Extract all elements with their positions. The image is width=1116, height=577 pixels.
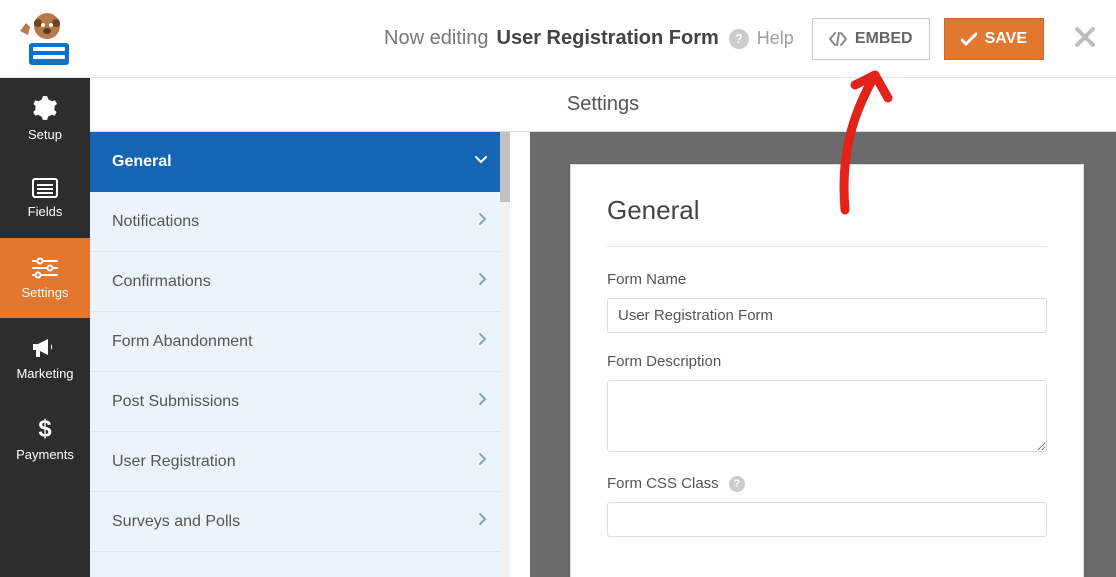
sidebar-item-settings[interactable]: Settings [0, 238, 90, 318]
menu-item-post-submissions[interactable]: Post Submissions [90, 372, 510, 432]
check-icon [961, 32, 977, 46]
chevron-down-icon [474, 152, 488, 171]
app-topbar: Now editing User Registration Form ? Hel… [0, 0, 1116, 78]
list-icon [32, 178, 58, 198]
bullhorn-icon [31, 336, 59, 360]
embed-button-label: EMBED [855, 30, 913, 48]
chevron-right-icon [478, 452, 488, 471]
menu-item-label: Surveys and Polls [112, 513, 240, 531]
form-css-label: Form CSS Class ? [607, 475, 1047, 492]
form-css-row: Form CSS Class ? [607, 475, 1047, 537]
editing-title: Now editing User Registration Form ? Hel… [90, 27, 794, 50]
sidebar-item-label: Payments [16, 447, 74, 462]
menu-item-label: Notifications [112, 213, 199, 231]
settings-menu-scrollbar[interactable] [500, 132, 510, 577]
form-title: User Registration Form [497, 27, 719, 50]
sidebar-item-fields[interactable]: Fields [0, 158, 90, 238]
section-title: General [607, 195, 1047, 247]
app-logo [0, 11, 90, 67]
menu-item-label: User Registration [112, 453, 236, 471]
menu-item-label: Confirmations [112, 273, 211, 291]
menu-item-form-abandonment[interactable]: Form Abandonment [90, 312, 510, 372]
menu-item-general[interactable]: General [90, 132, 510, 192]
close-button[interactable] [1074, 26, 1096, 51]
sliders-icon [31, 257, 59, 279]
form-name-input[interactable] [607, 298, 1047, 333]
menu-item-label: Form Abandonment [112, 333, 253, 351]
menu-item-label: General [112, 153, 172, 171]
sidebar-item-label: Setup [28, 127, 62, 142]
menu-item-notifications[interactable]: Notifications [90, 192, 510, 252]
help-link[interactable]: Help [757, 28, 794, 49]
menu-item-label: Post Submissions [112, 393, 239, 411]
settings-content: General Form Name Form Description Form … [530, 132, 1116, 577]
embed-button[interactable]: EMBED [812, 18, 930, 60]
panel-title: Settings [90, 78, 1116, 132]
chevron-right-icon [478, 512, 488, 531]
menu-item-user-registration[interactable]: User Registration [90, 432, 510, 492]
menu-item-confirmations[interactable]: Confirmations [90, 252, 510, 312]
builder-sidebar: Setup Fields Settings Marketing $ [0, 78, 90, 577]
code-icon [829, 32, 847, 46]
editing-prefix: Now editing [384, 27, 489, 50]
form-name-label: Form Name [607, 271, 1047, 288]
help-icon[interactable]: ? [729, 29, 749, 49]
form-description-label: Form Description [607, 353, 1047, 370]
svg-text:$: $ [38, 415, 51, 440]
form-css-input[interactable] [607, 502, 1047, 537]
sidebar-item-label: Fields [28, 204, 63, 219]
chevron-right-icon [478, 212, 488, 231]
form-description-input[interactable] [607, 380, 1047, 452]
form-name-row: Form Name [607, 271, 1047, 333]
form-description-row: Form Description [607, 353, 1047, 455]
chevron-right-icon [478, 332, 488, 351]
chevron-right-icon [478, 392, 488, 411]
sidebar-item-setup[interactable]: Setup [0, 78, 90, 158]
chevron-right-icon [478, 272, 488, 291]
sidebar-item-label: Marketing [16, 366, 73, 381]
settings-card: General Form Name Form Description Form … [570, 164, 1084, 577]
wpforms-logo-icon [13, 11, 77, 67]
sidebar-item-payments[interactable]: $ Payments [0, 398, 90, 478]
save-button[interactable]: SAVE [944, 18, 1044, 60]
panel-title-text: Settings [567, 93, 639, 116]
close-icon [1074, 26, 1096, 48]
dollar-icon: $ [35, 415, 55, 441]
help-icon[interactable]: ? [729, 476, 745, 492]
sidebar-item-label: Settings [22, 285, 69, 300]
scroll-thumb[interactable] [500, 132, 510, 202]
settings-menu: General Notifications Confirmations Form… [90, 132, 520, 577]
gear-icon [32, 95, 58, 121]
menu-item-surveys-polls[interactable]: Surveys and Polls [90, 492, 510, 552]
save-button-label: SAVE [985, 30, 1027, 48]
sidebar-item-marketing[interactable]: Marketing [0, 318, 90, 398]
